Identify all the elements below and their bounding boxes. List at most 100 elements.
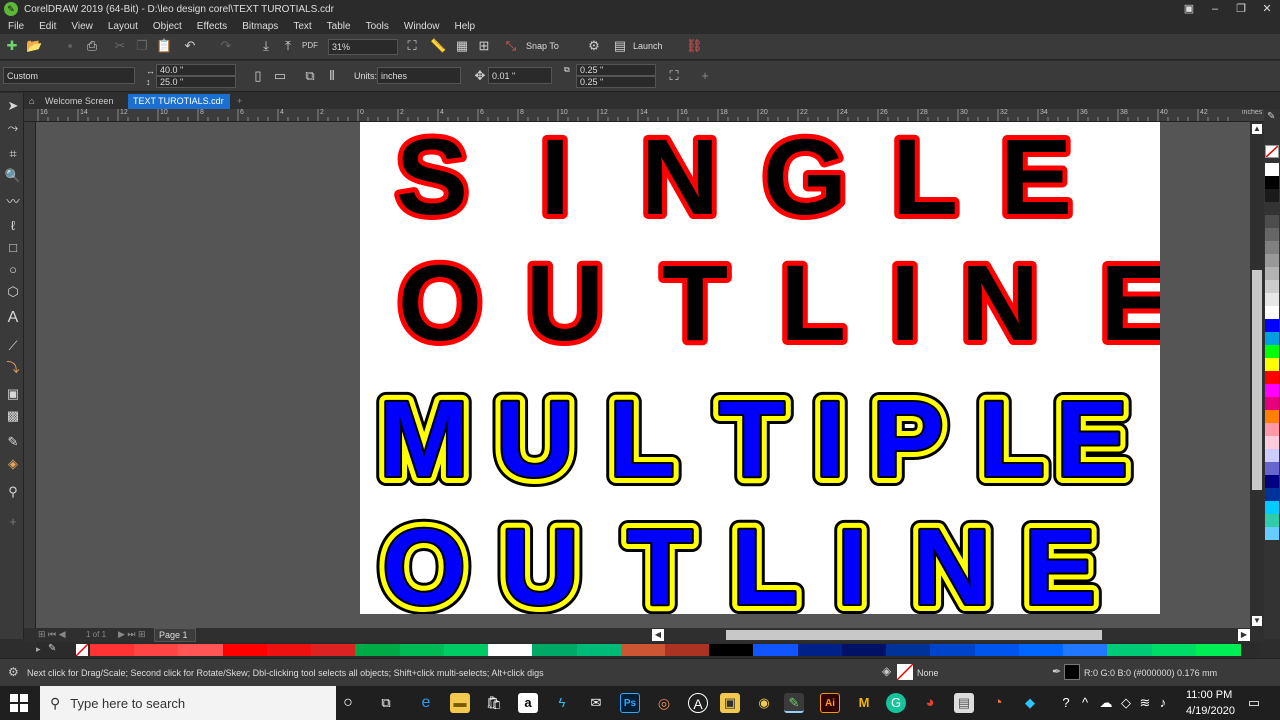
text-tool-icon[interactable]: A	[4, 309, 22, 327]
app-icon-2[interactable]: ◉	[754, 693, 774, 713]
restore-button[interactable]: ❐	[1228, 0, 1254, 18]
palette-swatch[interactable]	[1265, 384, 1279, 397]
page-width-field[interactable]: 40.0 "	[156, 64, 236, 76]
all-pages-icon[interactable]: ⧉	[302, 68, 318, 84]
palette-swatch[interactable]	[90, 644, 135, 656]
palette-swatch[interactable]	[1265, 449, 1279, 462]
outline-color-swatch[interactable]	[1064, 664, 1080, 680]
photoshop-icon[interactable]: Ps	[620, 693, 640, 713]
menu-file[interactable]: File	[8, 21, 24, 32]
palette-swatch[interactable]	[930, 644, 976, 656]
palette-swatch[interactable]	[665, 644, 710, 656]
minimize-button[interactable]: –	[1202, 0, 1228, 18]
palette-eyedropper-icon[interactable]: ✎	[48, 643, 56, 654]
snap-to-dropdown[interactable]: Snap To	[526, 41, 559, 51]
palette-swatch[interactable]	[1265, 293, 1279, 306]
scroll-down-icon[interactable]: ▼	[1252, 616, 1262, 626]
palette-swatch[interactable]	[1265, 228, 1279, 241]
eyedropper-icon[interactable]: ✎	[4, 433, 22, 451]
parallel-dimension-icon[interactable]: ⟋	[4, 337, 22, 355]
palette-swatch[interactable]	[620, 644, 666, 656]
vertical-scrollbar[interactable]: ▲ ▼	[1250, 122, 1264, 628]
windows-start-icon[interactable]	[10, 694, 28, 712]
fill-indicator-swatch[interactable]	[896, 663, 914, 681]
clock-time[interactable]: 11:00 PM	[1186, 689, 1232, 701]
file-explorer-icon[interactable]: ▬	[450, 693, 470, 713]
launch-dropdown[interactable]: Launch	[633, 41, 663, 51]
palette-swatch[interactable]	[443, 644, 489, 656]
dropbox-icon[interactable]: ◇	[1118, 693, 1134, 713]
settings-icon[interactable]: ⚙	[8, 665, 19, 679]
notifications-icon[interactable]: ▭	[1244, 693, 1264, 713]
palette-swatch[interactable]	[1151, 644, 1197, 656]
mail-icon[interactable]: ✉	[586, 693, 606, 713]
palette-swatch[interactable]	[1265, 280, 1279, 293]
undo-icon[interactable]: ↶	[182, 38, 198, 54]
add-tool-icon[interactable]: +	[4, 513, 22, 531]
palette-swatch[interactable]	[266, 644, 312, 656]
palette-swatch[interactable]	[1265, 319, 1279, 332]
vertical-scroll-thumb[interactable]	[1252, 270, 1262, 490]
palette-swatch[interactable]	[709, 644, 755, 656]
no-color-swatch[interactable]	[1265, 145, 1279, 158]
connector-tool-icon[interactable]: ⤵	[4, 359, 22, 377]
current-page-icon[interactable]: ⫴	[324, 68, 340, 84]
palette-swatch[interactable]	[1265, 254, 1279, 267]
palette-swatch[interactable]	[1265, 436, 1279, 449]
menu-effects[interactable]: Effects	[197, 21, 227, 32]
edge-icon[interactable]: e	[416, 693, 436, 713]
app-icon-m[interactable]: M	[854, 693, 874, 713]
single-text[interactable]: SS II NN GG LL EE	[391, 122, 1077, 242]
paste-icon[interactable]: 📋	[156, 38, 172, 54]
palette-swatch[interactable]	[1063, 644, 1109, 656]
menu-text[interactable]: Text	[293, 21, 311, 32]
drop-shadow-icon[interactable]: ▣	[4, 385, 22, 403]
single-outline-text[interactable]: OO UU TT LL II NN EE	[393, 237, 1177, 368]
horizontal-ruler[interactable]: 16 14 12 10 8 6 4 2 0 2 4 6 8 10 12 14 16 18 20 22 24 26 28 30 3…	[24, 109, 1264, 122]
store-icon[interactable]: 🛍	[484, 693, 504, 713]
palette-swatch[interactable]	[1265, 514, 1279, 527]
pick-tool-icon[interactable]: ➤	[4, 97, 22, 115]
chrome-icon[interactable]: ◕	[920, 693, 940, 713]
palette-swatch[interactable]	[488, 644, 534, 656]
palette-swatch[interactable]	[1265, 371, 1279, 384]
shape-tool-icon[interactable]: ⤳	[4, 119, 22, 137]
palette-swatch[interactable]	[1265, 501, 1279, 514]
menu-layout[interactable]: Layout	[108, 21, 138, 32]
menu-help[interactable]: Help	[455, 21, 476, 32]
options-gear-icon[interactable]: ⚙	[586, 38, 602, 54]
palette-swatch[interactable]	[1265, 189, 1279, 202]
ellipse-tool-icon[interactable]: ○	[4, 261, 22, 279]
export-icon[interactable]: ⤒	[280, 38, 296, 54]
palette-swatch[interactable]	[1265, 306, 1279, 319]
palette-swatch[interactable]	[1265, 488, 1279, 501]
scroll-right-icon[interactable]: ▶	[1238, 629, 1250, 641]
palette-swatch[interactable]	[222, 644, 268, 656]
palette-swatch[interactable]	[1265, 163, 1279, 176]
palette-swatch[interactable]	[355, 644, 401, 656]
interactive-fill-icon[interactable]: ◈	[4, 455, 22, 473]
zoom-level-field[interactable]: 31%	[328, 39, 398, 55]
cortana-icon[interactable]: ○	[338, 693, 358, 713]
multiple-text[interactable]: MMMM UUUU LLLL TTTT IIII PPPP LLLL EEEE	[369, 368, 1138, 509]
multiple-outline-text[interactable]: OOOO UUUU TTTT LLLL IIII NNNN EEEE	[372, 496, 1106, 628]
page-size-dropdown[interactable]: Custom	[3, 67, 135, 84]
menu-object[interactable]: Object	[153, 21, 182, 32]
palette-swatch[interactable]	[1265, 241, 1279, 254]
page-height-field[interactable]: 25.0 "	[156, 76, 236, 88]
scroll-up-icon[interactable]: ▲	[1252, 124, 1262, 134]
palette-swatch[interactable]	[1265, 462, 1279, 475]
treat-as-filled-icon[interactable]: ⛶	[666, 68, 682, 84]
palette-swatch[interactable]	[841, 644, 887, 656]
app-icon-1[interactable]: ◎	[654, 693, 674, 713]
add-icon[interactable]: +	[697, 68, 713, 84]
transparency-icon[interactable]: ▩	[4, 407, 22, 425]
portrait-icon[interactable]: ▯	[250, 68, 266, 84]
menu-edit[interactable]: Edit	[39, 21, 56, 32]
document-page[interactable]: SSIINNGGLLEE OOUUTTLLIINNEE MMMMUUUULLLL…	[360, 122, 1177, 628]
palette-swatch[interactable]	[1265, 202, 1279, 215]
palette-swatch[interactable]	[1265, 423, 1279, 436]
palette-swatch[interactable]	[1265, 527, 1279, 540]
volume-icon[interactable]: ♪	[1156, 693, 1170, 713]
palette-swatch[interactable]	[974, 644, 1020, 656]
